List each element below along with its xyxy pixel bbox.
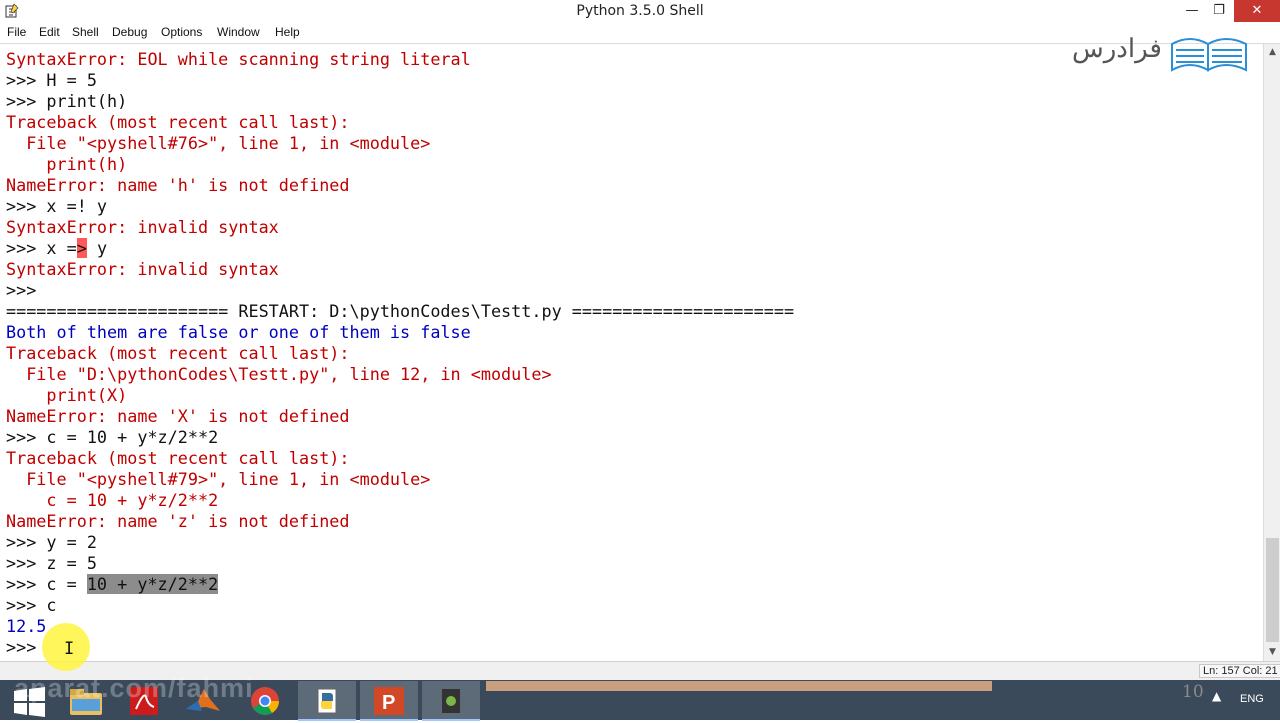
powerpoint-taskbar-button[interactable]: P	[360, 681, 418, 721]
shell-line: print(X)	[6, 385, 128, 405]
syntax-error-marker: >	[76, 238, 87, 258]
progress-overlay-bar	[486, 681, 992, 691]
logo-text: فرادرس	[1072, 34, 1162, 64]
vertical-scrollbar[interactable]: ▲ ▼	[1263, 44, 1280, 661]
line-text: >>> c =	[6, 574, 87, 594]
shell-line: Traceback (most recent call last):	[6, 343, 350, 363]
shell-line: >>> print(h)	[6, 91, 128, 111]
shell-line: >>> x => y	[6, 238, 107, 259]
shell-line: >>>	[6, 280, 47, 300]
shell-line: >>> c = 10 + y*z/2**2	[6, 427, 219, 447]
shell-line: Both of them are false or one of them is…	[6, 322, 471, 342]
tray-up-arrow-icon[interactable]: ▲	[1212, 689, 1221, 703]
svg-text:P: P	[382, 692, 395, 714]
shell-line: >>>	[6, 637, 47, 657]
shell-line: File "<pyshell#79>", line 1, in <module>	[6, 469, 431, 489]
python-icon	[317, 688, 337, 714]
shell-line: c = 10 + y*z/2**2	[6, 490, 219, 510]
shell-line: print(h)	[6, 154, 128, 174]
menu-options[interactable]: Options	[161, 25, 202, 39]
media-app-taskbar-button[interactable]	[422, 681, 480, 721]
shell-line: >>> x =! y	[6, 196, 108, 216]
menu-shell[interactable]: Shell	[72, 25, 99, 39]
scroll-up-arrow-icon[interactable]: ▲	[1264, 44, 1280, 61]
close-button[interactable]: ✕	[1234, 0, 1280, 22]
python-taskbar-button[interactable]	[298, 681, 356, 721]
tray-number: 10	[1182, 682, 1204, 702]
shell-line: >>> c	[6, 595, 57, 615]
shell-line: >>> y = 2	[6, 532, 97, 552]
menu-help[interactable]: Help	[275, 25, 300, 39]
shell-line: 12.5	[6, 616, 47, 636]
shell-line: NameError: name 'z' is not defined	[6, 511, 350, 531]
shell-line: NameError: name 'h' is not defined	[6, 175, 350, 195]
line-text: y	[86, 238, 108, 258]
minimize-button[interactable]: —	[1178, 0, 1206, 22]
shell-line: Traceback (most recent call last):	[6, 112, 350, 132]
shell-line: File "<pyshell#76>", line 1, in <module>	[6, 133, 431, 153]
shell-line: SyntaxError: invalid syntax	[6, 217, 279, 237]
scroll-down-arrow-icon[interactable]: ▼	[1264, 644, 1280, 661]
line-text: >>> x =	[6, 238, 77, 258]
title-bar: Python 3.5.0 Shell — ❐ ✕	[0, 0, 1280, 23]
shell-line: Traceback (most recent call last):	[6, 448, 350, 468]
powerpoint-icon: P	[374, 687, 404, 715]
menu-debug[interactable]: Debug	[112, 25, 147, 39]
shell-text-area[interactable]: SyntaxError: EOL while scanning string l…	[0, 44, 1263, 661]
restore-button[interactable]: ❐	[1206, 0, 1232, 22]
shell-line: >>> z = 5	[6, 553, 97, 573]
media-app-icon	[442, 689, 460, 713]
shell-line: >>> c = 10 + y*z/2**2	[6, 574, 219, 595]
menu-window[interactable]: Window	[217, 25, 260, 39]
window-title: Python 3.5.0 Shell	[576, 3, 704, 19]
shell-line: File "D:\pythonCodes\Testt.py", line 12,…	[6, 364, 552, 384]
menu-file[interactable]: File	[7, 25, 26, 39]
shell-line: SyntaxError: invalid syntax	[6, 259, 279, 279]
shell-line: ====================== RESTART: D:\pytho…	[6, 301, 795, 321]
book-logo-icon	[1171, 38, 1247, 72]
shell-line: SyntaxError: EOL while scanning string l…	[6, 49, 471, 69]
language-indicator[interactable]: ENG	[1240, 693, 1264, 705]
selected-text[interactable]: 10 + y*z/2**2	[86, 574, 219, 594]
watermark-text: aparat.com/fahmi	[14, 673, 254, 703]
faradars-logo: فرادرس	[1068, 30, 1250, 76]
cursor-position: Ln: 157 Col: 21	[1199, 664, 1280, 678]
text-cursor-icon: I	[64, 639, 75, 659]
scrollbar-thumb[interactable]	[1266, 538, 1279, 642]
shell-line: NameError: name 'X' is not defined	[6, 406, 350, 426]
shell-line: >>> H = 5	[6, 70, 97, 90]
menu-edit[interactable]: Edit	[39, 25, 60, 39]
